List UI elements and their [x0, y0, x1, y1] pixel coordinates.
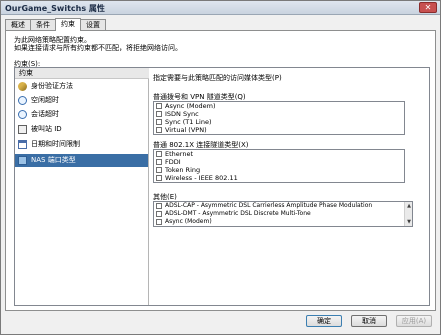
properties-dialog: OurGame_Switchs 属性 ✕ 概述 条件 约束 设置 为此网络策略配…	[0, 0, 441, 335]
tab-panel: 为此网络策略配置约束。 如果连接请求与所有约束都不匹配，将拒绝网络访问。 约束(…	[5, 30, 436, 311]
constraint-item-label: 日期和时间限制	[31, 140, 80, 148]
network-port-icon	[18, 156, 27, 165]
checkbox[interactable]	[156, 151, 162, 157]
title-bar[interactable]: OurGame_Switchs 属性 ✕	[1, 1, 440, 15]
constraint-item-session-timeout[interactable]: 会话超时	[15, 108, 148, 121]
scrollbar[interactable]: ▲ ▼	[404, 202, 412, 226]
checkbox[interactable]	[156, 103, 162, 109]
checkbox[interactable]	[156, 175, 162, 181]
constraint-item-day-time[interactable]: 日期和时间限制	[15, 138, 148, 151]
constraint-item-label: NAS 端口类型	[31, 156, 76, 164]
id-card-icon	[18, 125, 27, 134]
checkbox-list-8021x: Ethernet FDDI Token Ring Wireless - IEEE…	[153, 149, 405, 183]
constraint-item-called-station-id[interactable]: 被叫站 ID	[15, 123, 148, 136]
checkbox-item[interactable]: ADSL-DMT - Asymmetric DSL Discrete Multi…	[154, 210, 412, 218]
constraint-item-nas-port-type[interactable]: NAS 端口类型	[15, 154, 148, 167]
calendar-icon	[18, 140, 27, 149]
checkbox[interactable]	[156, 111, 162, 117]
checkbox-item[interactable]: Virtual (VPN)	[154, 126, 404, 134]
details-title: 指定需要与此策略匹配的访问媒体类型(P)	[153, 74, 282, 82]
constraint-item-label: 被叫站 ID	[31, 125, 62, 133]
constraint-list: 约束 身份验证方法 空闲超时 会话超时 被叫站 ID 日期和时间限制 NAS 端…	[15, 68, 149, 305]
constraints-box: 约束 身份验证方法 空闲超时 会话超时 被叫站 ID 日期和时间限制 NAS 端…	[14, 67, 430, 306]
clock-icon	[18, 110, 27, 119]
description-line-2: 如果连接请求与所有约束都不匹配，将拒绝网络访问。	[14, 44, 182, 52]
key-icon	[18, 82, 27, 91]
checkbox-item[interactable]: Wireless - IEEE 802.11	[154, 174, 404, 182]
checkbox-item[interactable]: ISDN Sync	[154, 110, 404, 118]
checkbox-item[interactable]: ADSL-CAP - Asymmetric DSL Carrierless Am…	[154, 202, 412, 210]
constraint-item-idle-timeout[interactable]: 空闲超时	[15, 94, 148, 107]
constraint-item-label: 空闲超时	[31, 96, 59, 104]
checkbox[interactable]	[156, 159, 162, 165]
checkbox[interactable]	[156, 119, 162, 125]
checkbox-list-dialup-vpn: Async (Modem) ISDN Sync Sync (T1 Line) V…	[153, 101, 405, 135]
scroll-up-icon[interactable]: ▲	[406, 203, 412, 209]
checkbox[interactable]	[156, 203, 162, 209]
checkbox-item[interactable]: Async (Modem)	[154, 102, 404, 110]
apply-button[interactable]: 应用(A)	[396, 315, 432, 327]
checkbox-item[interactable]: FDDI	[154, 158, 404, 166]
constraint-item-auth-methods[interactable]: 身份验证方法	[15, 80, 148, 93]
checkbox-list-other: ADSL-CAP - Asymmetric DSL Carrierless Am…	[153, 201, 413, 227]
scroll-down-icon[interactable]: ▼	[406, 219, 412, 225]
dialog-buttons: 确定 取消 应用(A)	[306, 315, 432, 327]
checkbox[interactable]	[156, 167, 162, 173]
window-title: OurGame_Switchs 属性	[5, 4, 105, 13]
ok-button[interactable]: 确定	[306, 315, 342, 327]
checkbox[interactable]	[156, 219, 162, 225]
checkbox-item[interactable]: Ethernet	[154, 150, 404, 158]
constraint-item-label: 身份验证方法	[31, 82, 73, 90]
checkbox-item[interactable]: Async (Modem)	[154, 218, 412, 226]
cancel-button[interactable]: 取消	[351, 315, 387, 327]
constraint-item-label: 会话超时	[31, 110, 59, 118]
clock-icon	[18, 96, 27, 105]
checkbox[interactable]	[156, 127, 162, 133]
close-button[interactable]: ✕	[419, 2, 437, 13]
constraint-details: 指定需要与此策略匹配的访问媒体类型(P) 普通拨号和 VPN 隧道类型(Q) A…	[153, 68, 429, 305]
checkbox[interactable]	[156, 211, 162, 217]
tab-constraints[interactable]: 约束	[55, 18, 81, 31]
constraint-list-header: 约束	[15, 68, 149, 79]
checkbox-item[interactable]: Sync (T1 Line)	[154, 118, 404, 126]
checkbox-item[interactable]: Token Ring	[154, 166, 404, 174]
